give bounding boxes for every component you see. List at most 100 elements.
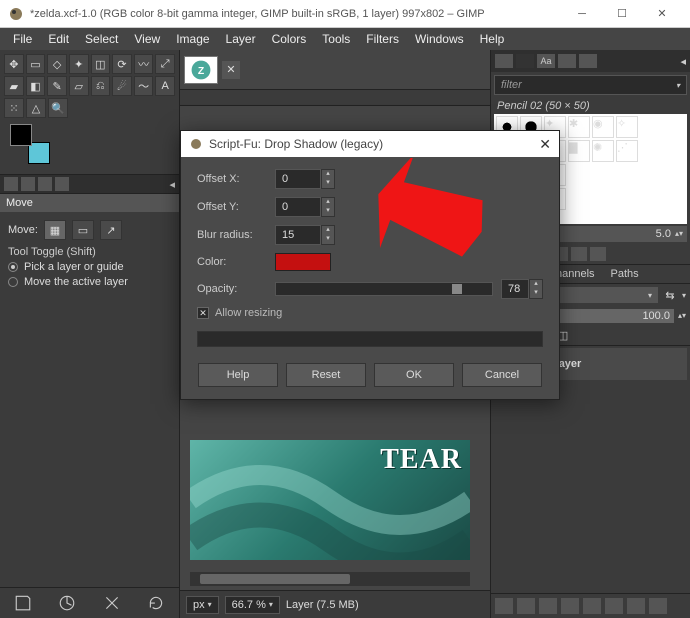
tool-text[interactable]: A [155, 76, 175, 96]
reset-preset-icon[interactable] [147, 594, 165, 612]
color-label: Color: [197, 256, 267, 268]
move-label: Move: [8, 224, 38, 236]
h-scrollbar[interactable] [190, 572, 470, 586]
tab-tool-options[interactable] [4, 177, 18, 191]
close-window-button[interactable]: ✕ [642, 0, 682, 28]
move-layer-btn[interactable]: ▦ [44, 220, 66, 240]
new-layer-icon[interactable] [495, 598, 513, 614]
tool-eraser[interactable]: ▱ [69, 76, 89, 96]
tab-images[interactable] [55, 177, 69, 191]
open-brush-icon[interactable] [590, 247, 606, 261]
blur-radius-label: Blur radius: [197, 229, 267, 241]
tool-fuzzy-select[interactable]: ✦ [69, 54, 89, 74]
fg-color-swatch[interactable] [10, 124, 32, 146]
tool-gradient[interactable]: ◧ [26, 76, 46, 96]
tool-path[interactable]: 〜 [134, 76, 154, 96]
move-path-btn[interactable]: ↗ [100, 220, 122, 240]
tool-move[interactable]: ✥ [4, 54, 24, 74]
font-tab[interactable]: Aa [537, 54, 555, 68]
merge-layer-icon[interactable] [605, 598, 623, 614]
statusbar: px▾ 66.7 %▾ Layer (7.5 MB) [180, 590, 490, 618]
restore-preset-icon[interactable] [58, 594, 76, 612]
lower-layer-icon[interactable] [561, 598, 579, 614]
menu-tools[interactable]: Tools [315, 30, 357, 48]
menu-filters[interactable]: Filters [359, 30, 406, 48]
tool-rect-select[interactable]: ▭ [26, 54, 46, 74]
tool-smudge[interactable]: ☄ [112, 76, 132, 96]
tab-undo[interactable] [38, 177, 52, 191]
zoom-selector[interactable]: 66.7 %▾ [225, 596, 280, 614]
brush-tab[interactable] [495, 54, 513, 68]
canvas-image[interactable]: TEAR [190, 440, 470, 560]
doc-tab[interactable] [558, 54, 576, 68]
tool-scale[interactable]: ⤢ [155, 54, 175, 74]
image-tab-zelda[interactable]: Z [184, 56, 218, 84]
menubar: File Edit Select View Image Layer Colors… [0, 28, 690, 50]
tool-crop[interactable]: ◫ [91, 54, 111, 74]
tool-clone[interactable]: ⎌ [91, 76, 111, 96]
move-active-option[interactable]: Move the active layer [8, 276, 171, 288]
move-active-label: Move the active layer [24, 276, 128, 288]
app-icon [8, 6, 24, 22]
delete-layer-icon[interactable] [649, 598, 667, 614]
tool-rotate[interactable]: ⟳ [112, 54, 132, 74]
color-swatch[interactable] [10, 124, 50, 164]
dup-layer-icon[interactable] [583, 598, 601, 614]
menu-view[interactable]: View [127, 30, 167, 48]
gradient-tab[interactable] [579, 54, 597, 68]
dialog-titlebar[interactable]: Script-Fu: Drop Shadow (legacy) ✕ [181, 131, 559, 157]
dock-menu-icon[interactable]: ◂ [169, 178, 175, 191]
cancel-button[interactable]: Cancel [462, 363, 542, 387]
blur-radius-input[interactable]: 15▴▾ [275, 225, 335, 245]
brush-filter-input[interactable]: filter▾ [494, 75, 687, 95]
mask-layer-icon[interactable] [627, 598, 645, 614]
delete-preset-icon[interactable] [103, 594, 121, 612]
offset-x-input[interactable]: 0▴▾ [275, 169, 335, 189]
tool-zoom[interactable]: 🔍 [48, 98, 68, 118]
close-tab-icon[interactable]: ✕ [222, 61, 240, 79]
tool-free-select[interactable]: ◇ [47, 54, 67, 74]
pick-layer-option[interactable]: Pick a layer or guide [8, 261, 171, 273]
tab-device[interactable] [21, 177, 35, 191]
maximize-button[interactable]: ☐ [602, 0, 642, 28]
menu-windows[interactable]: Windows [408, 30, 471, 48]
left-dock: ✥ ▭ ◇ ✦ ◫ ⟳ 〰 ⤢ ▰ ◧ ✎ ▱ ⎌ ☄ 〜 A ⁙ △ [0, 50, 180, 618]
menu-select[interactable]: Select [78, 30, 125, 48]
script-fu-icon [189, 137, 203, 151]
ruler-horizontal[interactable] [180, 90, 490, 106]
menu-help[interactable]: Help [473, 30, 512, 48]
tool-measure[interactable]: △ [26, 98, 46, 118]
menu-layer[interactable]: Layer [219, 30, 263, 48]
raise-layer-icon[interactable] [539, 598, 557, 614]
menu-edit[interactable]: Edit [41, 30, 76, 48]
refresh-brush-icon[interactable] [571, 247, 587, 261]
pattern-tab[interactable] [516, 54, 534, 68]
brushes-tabs: Aa ◂ [491, 50, 690, 72]
allow-resizing-checkbox[interactable]: ✕ Allow resizing [197, 307, 543, 319]
help-button[interactable]: Help [198, 363, 278, 387]
tool-bucket[interactable]: ▰ [4, 76, 24, 96]
offset-y-input[interactable]: 0▴▾ [275, 197, 335, 217]
opacity-input[interactable]: 78▴▾ [501, 279, 543, 299]
tool-pencil[interactable]: ✎ [47, 76, 67, 96]
canvas-text-tear: TEAR [380, 444, 462, 476]
tool-picker[interactable]: ⁙ [4, 98, 24, 118]
menu-image[interactable]: Image [169, 30, 216, 48]
dialog-close-icon[interactable]: ✕ [539, 136, 551, 153]
menu-colors[interactable]: Colors [265, 30, 314, 48]
tab-paths[interactable]: Paths [603, 265, 647, 283]
menu-file[interactable]: File [6, 30, 39, 48]
move-selection-btn[interactable]: ▭ [72, 220, 94, 240]
unit-selector[interactable]: px▾ [186, 596, 219, 614]
color-button[interactable] [275, 253, 331, 271]
reset-button[interactable]: Reset [286, 363, 366, 387]
mode-switch-icon[interactable]: ⇆ [662, 289, 678, 302]
tool-warp[interactable]: 〰 [134, 54, 154, 74]
pick-layer-label: Pick a layer or guide [24, 261, 124, 273]
opacity-slider[interactable] [275, 282, 493, 296]
save-preset-icon[interactable] [14, 594, 32, 612]
dock-menu-icon[interactable]: ◂ [680, 55, 686, 68]
minimize-button[interactable]: ─ [562, 0, 602, 28]
ok-button[interactable]: OK [374, 363, 454, 387]
new-group-icon[interactable] [517, 598, 535, 614]
